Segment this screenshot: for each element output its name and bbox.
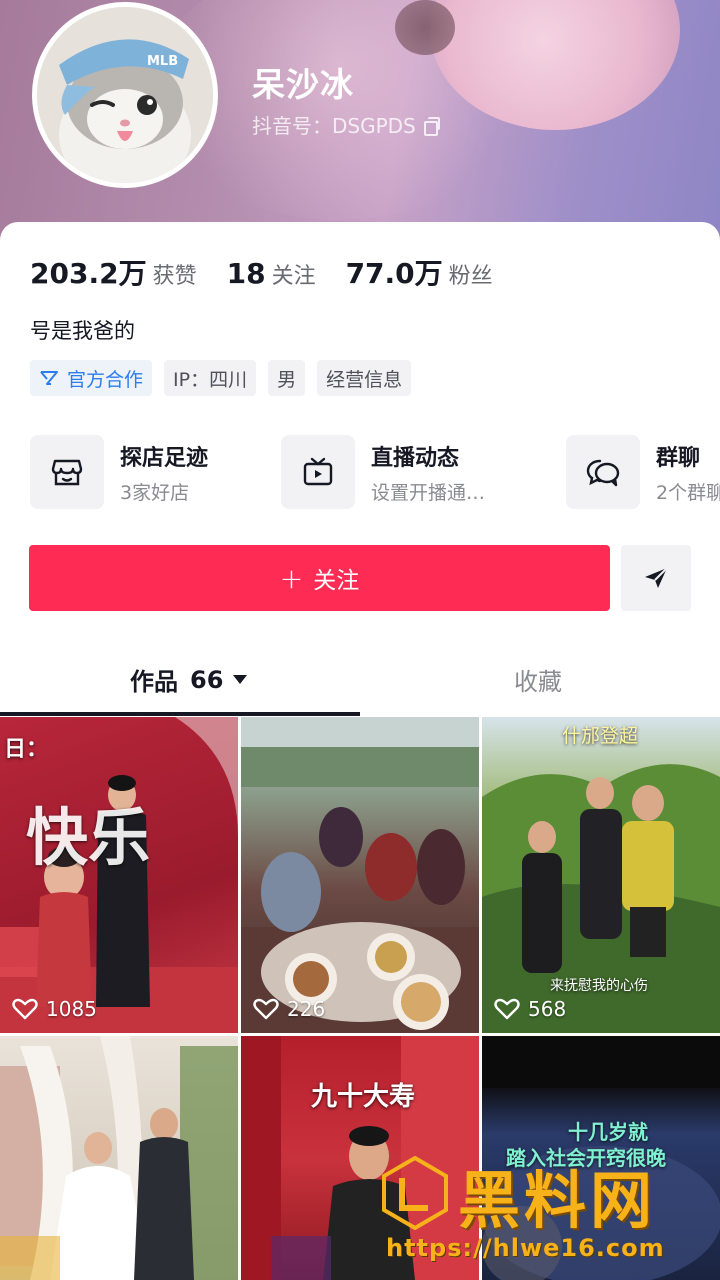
video-thumbnail[interactable]: 什邡登超 来抚慰我的心伤 568 — [482, 717, 720, 1033]
heart-icon — [253, 998, 279, 1020]
stat-followers-value: 77.0万 — [345, 257, 443, 290]
site-watermark: 黑料网 https://hlwe16.com — [380, 1150, 710, 1270]
service-store-visits[interactable]: 探店足迹 3家好店 — [30, 434, 208, 510]
avatar[interactable]: MLB — [32, 2, 218, 188]
stats-row: 203.2万 获赞 18 关注 77.0万 粉丝 — [30, 252, 523, 292]
store-icon — [30, 435, 104, 509]
video-caption: 日： — [4, 737, 49, 762]
stat-followers-label: 粉丝 — [448, 264, 493, 289]
tag-gender: 男 — [268, 360, 306, 396]
video-likes-count: 1085 — [46, 997, 97, 1021]
tag-row: 官方合作 IP：四川 男 经营信息 — [30, 360, 412, 396]
video-caption: 十几岁就 — [568, 1120, 648, 1144]
follow-button[interactable]: + 关注 — [29, 545, 610, 611]
video-thumbnail[interactable]: 日： 快乐 1085 — [0, 717, 238, 1033]
video-caption-big: 快乐 — [26, 801, 151, 874]
service-live[interactable]: 直播动态 设置开播通… — [281, 434, 485, 510]
caret-down-icon[interactable] — [233, 675, 248, 684]
video-likes: 226 — [253, 997, 325, 1021]
tag-official-label: 官方合作 — [67, 368, 144, 391]
tag-official[interactable]: 官方合作 — [30, 360, 153, 396]
service-group-chat[interactable]: 群聊 2个群聊 — [566, 434, 720, 510]
service-store-subtitle: 3家好店 — [120, 481, 190, 504]
video-thumbnail[interactable] — [0, 1036, 238, 1280]
video-likes: 568 — [494, 997, 566, 1021]
plus-icon: + — [279, 561, 304, 595]
heart-icon — [494, 998, 520, 1020]
tag-business[interactable]: 经营信息 — [317, 360, 412, 396]
tab-works-label: 作品 — [130, 668, 178, 696]
bio: 号是我爸的 — [30, 319, 135, 343]
tab-works[interactable]: 作品 66 — [130, 662, 248, 697]
stat-likes-label: 获赞 — [152, 264, 197, 289]
tab-works-count: 66 — [190, 665, 224, 694]
douyin-id: 抖音号：DSGPDS — [252, 110, 440, 139]
svg-text:MLB: MLB — [147, 54, 178, 69]
stat-following[interactable]: 18 关注 — [227, 257, 316, 290]
watermark-text: 黑料网 — [458, 1164, 657, 1237]
video-likes: 1085 — [12, 997, 97, 1021]
service-store-title: 探店足迹 — [120, 445, 209, 471]
copy-icon[interactable] — [423, 116, 440, 136]
video-thumbnail[interactable]: 226 — [241, 717, 479, 1033]
stat-following-label: 关注 — [271, 264, 316, 289]
profile-banner: MLB 呆沙冰 抖音号：DSGPDS — [0, 0, 720, 250]
stat-following-value: 18 — [226, 257, 266, 290]
video-caption: 九十大寿 — [311, 1082, 416, 1112]
heart-icon — [12, 998, 38, 1020]
douyin-id-text: 抖音号：DSGPDS — [252, 114, 416, 138]
content-tabs: 作品 66 收藏 — [0, 652, 720, 716]
service-live-subtitle: 设置开播通… — [371, 481, 486, 504]
video-likes-count: 568 — [528, 997, 567, 1021]
official-badge-icon — [40, 371, 58, 385]
watermark-logo-icon — [382, 1156, 448, 1230]
service-live-title: 直播动态 — [371, 445, 460, 471]
service-chat-title: 群聊 — [656, 445, 701, 471]
share-button[interactable] — [621, 545, 691, 611]
service-chat-subtitle: 2个群聊 — [656, 481, 720, 504]
active-tab-indicator — [0, 712, 360, 716]
stat-likes-value: 203.2万 — [30, 257, 147, 290]
tv-icon — [281, 435, 355, 509]
follow-button-label: 关注 — [313, 568, 360, 594]
stat-followers[interactable]: 77.0万 粉丝 — [346, 252, 493, 292]
stat-likes[interactable]: 203.2万 获赞 — [30, 252, 197, 292]
chat-icon — [566, 435, 640, 509]
video-caption: 什邡登超 — [562, 725, 639, 747]
watermark-url: https://hlwe16.com — [386, 1234, 665, 1262]
service-row: 探店足迹 3家好店 直播动态 设置开播通… 群聊 2个群聊 — [30, 434, 720, 510]
nickname: 呆沙冰 — [252, 65, 354, 104]
tab-favorites[interactable]: 收藏 — [514, 662, 562, 697]
send-icon — [645, 567, 668, 588]
video-likes-count: 226 — [287, 997, 326, 1021]
tag-ip: IP：四川 — [164, 360, 257, 396]
video-subtitle: 来抚慰我的心伤 — [550, 978, 648, 994]
